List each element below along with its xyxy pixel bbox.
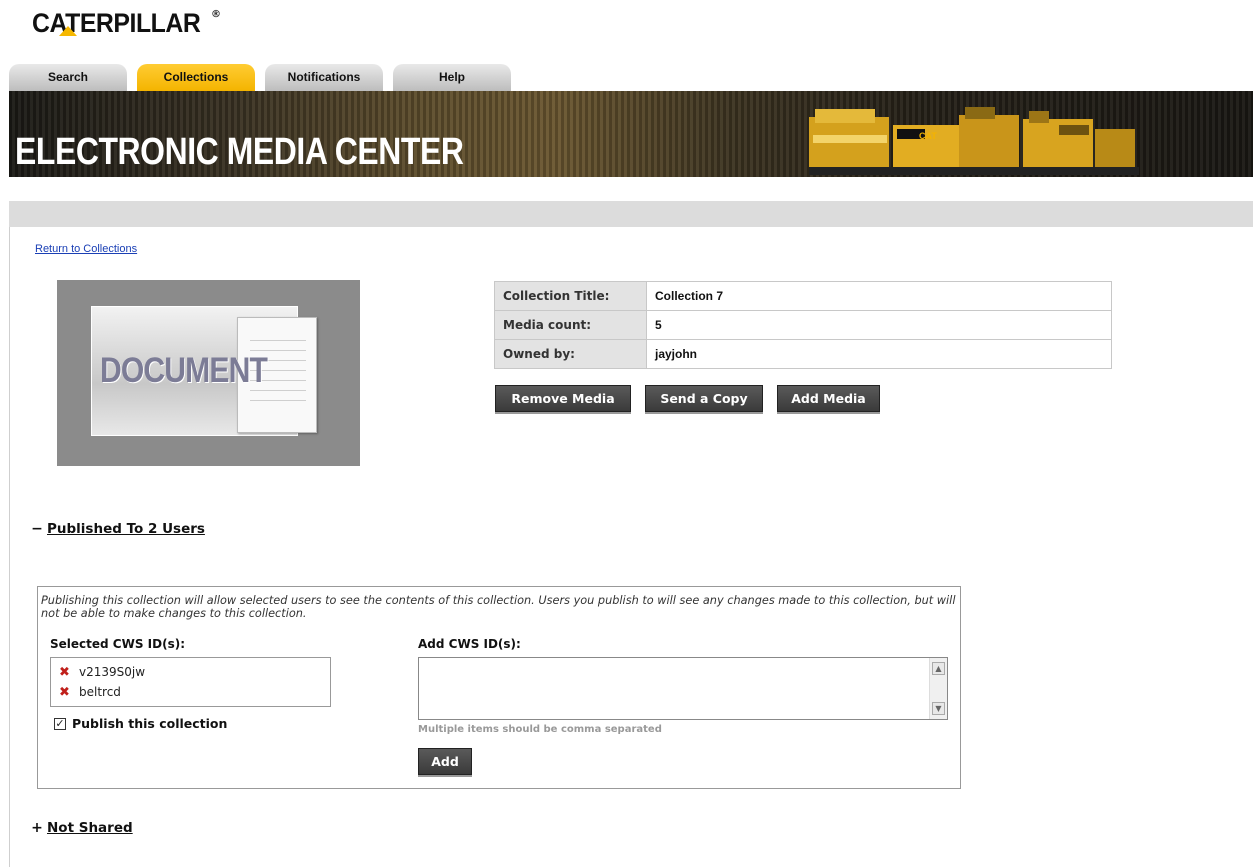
tab-notifications[interactable]: Notifications: [265, 64, 383, 91]
publish-checkbox-row: ✓ Publish this collection: [54, 716, 227, 731]
expand-icon: +: [31, 820, 43, 836]
owned-by-key: Owned by:: [494, 339, 647, 369]
table-row: Collection Title: Collection 7: [494, 281, 1112, 311]
content-left-border: [9, 227, 10, 867]
selected-ids-list: ✖ v2139S0jw ✖ beltrcd: [50, 657, 331, 707]
media-count-key: Media count:: [494, 310, 647, 340]
collection-info-table: Collection Title: Collection 7 Media cou…: [494, 281, 1112, 369]
collection-title-value: Collection 7: [646, 281, 1112, 311]
publish-checkbox-label: Publish this collection: [72, 716, 228, 731]
caterpillar-logo: CATERPILLAR ®: [32, 8, 221, 38]
list-item: ✖ beltrcd: [51, 682, 330, 702]
publish-checkbox[interactable]: ✓: [54, 717, 66, 730]
published-section-toggle[interactable]: − Published To 2 Users: [31, 521, 205, 537]
add-ids-label: Add CWS ID(s):: [418, 637, 521, 651]
thumbnail-label: DOCUMENT: [100, 351, 268, 390]
publish-panel: Publishing this collection will allow se…: [37, 586, 961, 789]
published-section-title: Published To 2 Users: [47, 521, 205, 537]
add-media-button[interactable]: Add Media: [777, 385, 880, 412]
collection-title-key: Collection Title:: [494, 281, 647, 311]
svg-text:CAT: CAT: [919, 131, 937, 141]
not-shared-section-title: Not Shared: [47, 820, 133, 836]
remove-x-icon[interactable]: ✖: [59, 685, 79, 700]
main-nav-tabs: Search Collections Notifications Help: [9, 64, 521, 91]
machinery-image: CAT: [809, 107, 1139, 175]
add-ids-hint: Multiple items should be comma separated: [418, 724, 662, 735]
scroll-up-icon[interactable]: ▲: [932, 662, 945, 675]
add-ids-button[interactable]: Add: [418, 748, 472, 775]
not-shared-section-toggle[interactable]: + Not Shared: [31, 820, 133, 836]
header-banner: ELECTRONIC MEDIA CENTER CAT: [9, 91, 1253, 177]
logo-triangle-icon: [59, 26, 77, 36]
tab-help[interactable]: Help: [393, 64, 511, 91]
add-ids-textarea[interactable]: ▲ ▼: [418, 657, 948, 720]
publish-description: Publishing this collection will allow se…: [41, 594, 956, 620]
list-item: ✖ v2139S0jw: [51, 662, 330, 682]
textarea-scrollbar[interactable]: ▲ ▼: [929, 658, 947, 719]
collapse-icon: −: [31, 521, 43, 537]
remove-media-button[interactable]: Remove Media: [495, 385, 631, 412]
send-a-copy-button[interactable]: Send a Copy: [645, 385, 763, 412]
banner-title: ELECTRONIC MEDIA CENTER: [15, 131, 464, 173]
media-count-value: 5: [646, 310, 1112, 340]
selected-id: beltrcd: [79, 685, 121, 699]
owned-by-value: jayjohn: [646, 339, 1112, 369]
table-row: Media count: 5: [494, 310, 1112, 340]
tab-search[interactable]: Search: [9, 64, 127, 91]
table-row: Owned by: jayjohn: [494, 339, 1112, 369]
remove-x-icon[interactable]: ✖: [59, 665, 79, 680]
scroll-down-icon[interactable]: ▼: [932, 702, 945, 715]
tab-collections[interactable]: Collections: [137, 64, 255, 91]
selected-id: v2139S0jw: [79, 665, 146, 679]
return-to-collections-link[interactable]: Return to Collections: [35, 243, 137, 255]
content-header-bar: [9, 201, 1253, 227]
selected-ids-label: Selected CWS ID(s):: [50, 637, 185, 651]
collection-thumbnail: DOCUMENT: [57, 280, 360, 466]
